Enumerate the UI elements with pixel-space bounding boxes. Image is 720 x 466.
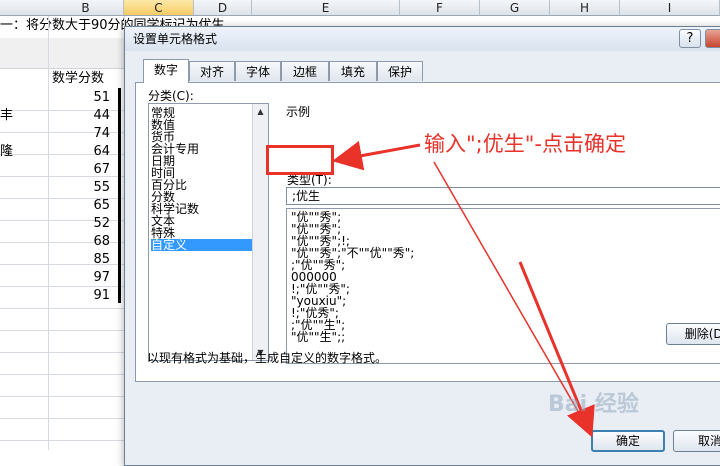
- arrow-to-type-input: [332, 140, 421, 171]
- watermark: Bai 经验: [548, 392, 639, 417]
- annotation-arrows: [332, 140, 595, 438]
- tab-number[interactable]: 数字: [143, 59, 189, 83]
